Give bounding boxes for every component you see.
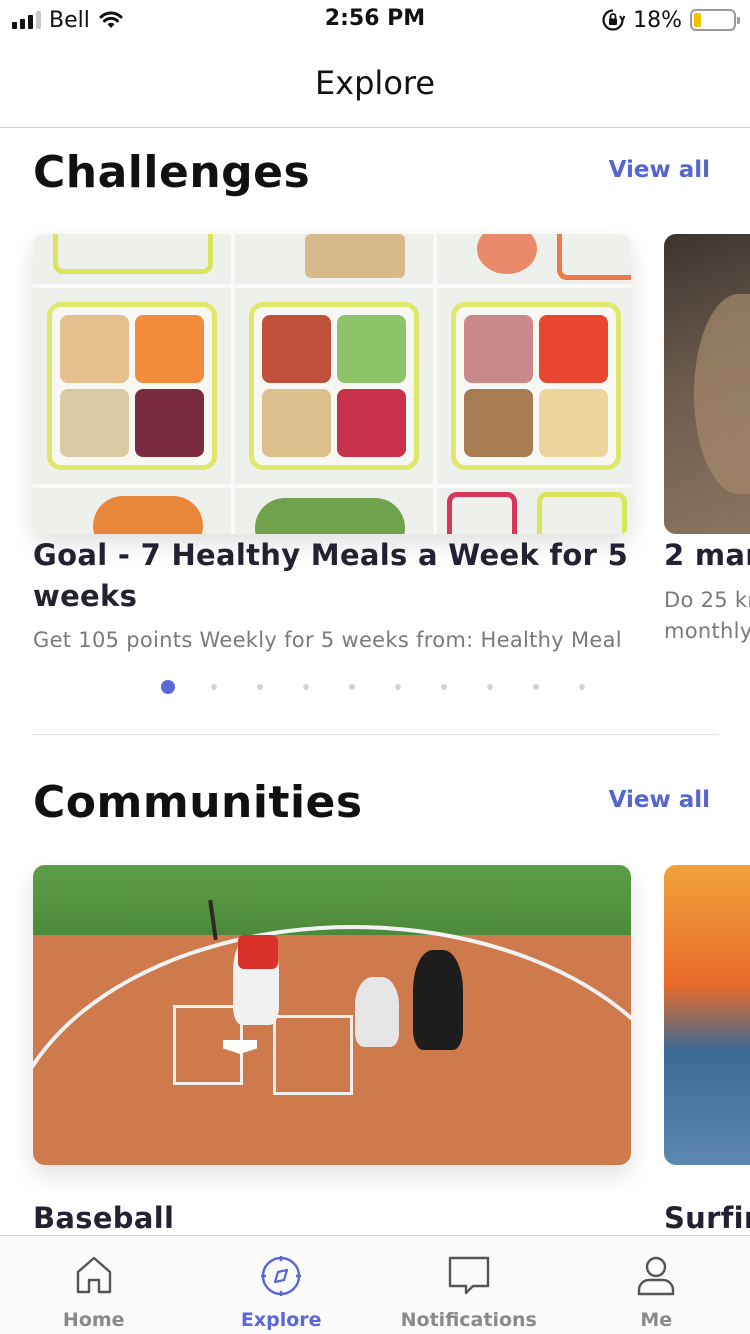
nav-header: Explore (0, 40, 750, 128)
community-card-surfing-title[interactable]: Surfin (664, 1198, 750, 1235)
community-card-baseball-image[interactable] (33, 865, 631, 1165)
challenges-view-all-link[interactable]: View all (609, 157, 710, 183)
community-card-surfing-image[interactable] (664, 865, 750, 1165)
battery-percent: 18% (633, 7, 682, 33)
status-bar: Bell 2:56 PM 18% (0, 0, 750, 40)
tab-notifications[interactable]: Notifications (375, 1236, 563, 1334)
pagination-dot-active[interactable] (161, 680, 175, 694)
challenge-card-image[interactable] (33, 234, 631, 534)
orientation-lock-icon (602, 9, 626, 31)
status-right: 18% (601, 6, 740, 34)
pagination-dot[interactable] (257, 684, 263, 690)
battery-level (694, 13, 701, 27)
page-title: Explore (314, 64, 436, 102)
challenge-card-2-subtitle-line-1: Do 25 kr (664, 588, 750, 612)
tab-explore-label: Explore (240, 1309, 322, 1331)
home-icon (76, 1256, 111, 1294)
challenge-card-title-line-1: Goal - 7 Healthy Meals a Week for 5 (33, 538, 629, 572)
tab-me[interactable]: Me (563, 1236, 750, 1334)
pagination-dot[interactable] (579, 684, 585, 690)
section-divider (33, 734, 718, 735)
challenge-card-2-subtitle-line-2: monthly (664, 619, 750, 643)
challenge-card-2-image[interactable] (664, 234, 750, 534)
communities-title: Communities (33, 777, 363, 828)
community-card-baseball-title[interactable]: Baseball (33, 1198, 174, 1235)
pagination-dot[interactable] (395, 684, 401, 690)
tab-explore[interactable]: Explore (188, 1236, 376, 1334)
chat-bubble-icon (448, 1256, 489, 1295)
pagination-dot[interactable] (487, 684, 493, 690)
tab-home[interactable]: Home (0, 1236, 188, 1334)
communities-view-all-link[interactable]: View all (609, 787, 710, 813)
baseball-photo (33, 865, 631, 1165)
pagination-dot[interactable] (533, 684, 539, 690)
pagination-dot[interactable] (303, 684, 309, 690)
challenges-title: Challenges (33, 147, 311, 198)
challenge-card-subtitle: Get 105 points Weekly for 5 weeks from: … (33, 628, 622, 652)
tab-me-label: Me (640, 1309, 673, 1331)
tab-home-label: Home (62, 1309, 125, 1331)
compass-icon (261, 1256, 302, 1296)
challenge-card-2-title[interactable]: 2 man (664, 535, 750, 576)
explore-content[interactable]: Challenges View all Goal - 7 Healthy Mea… (0, 129, 750, 1235)
healthy-meals-photo (33, 234, 631, 534)
challenge-card-2-subtitle: Do 25 kr monthly (664, 585, 750, 647)
person-icon (638, 1256, 675, 1296)
pagination-dot[interactable] (441, 684, 447, 690)
challenge-card-title[interactable]: Goal - 7 Healthy Meals a Week for 5 week… (33, 535, 628, 617)
pagination-dot[interactable] (349, 684, 355, 690)
tab-notifications-label: Notifications (400, 1309, 537, 1331)
battery-icon (690, 9, 740, 31)
challenge-card-title-line-2: weeks (33, 579, 138, 613)
pagination-dot[interactable] (211, 684, 217, 690)
tab-bar: Home Explore Notifications Me (0, 1235, 750, 1334)
